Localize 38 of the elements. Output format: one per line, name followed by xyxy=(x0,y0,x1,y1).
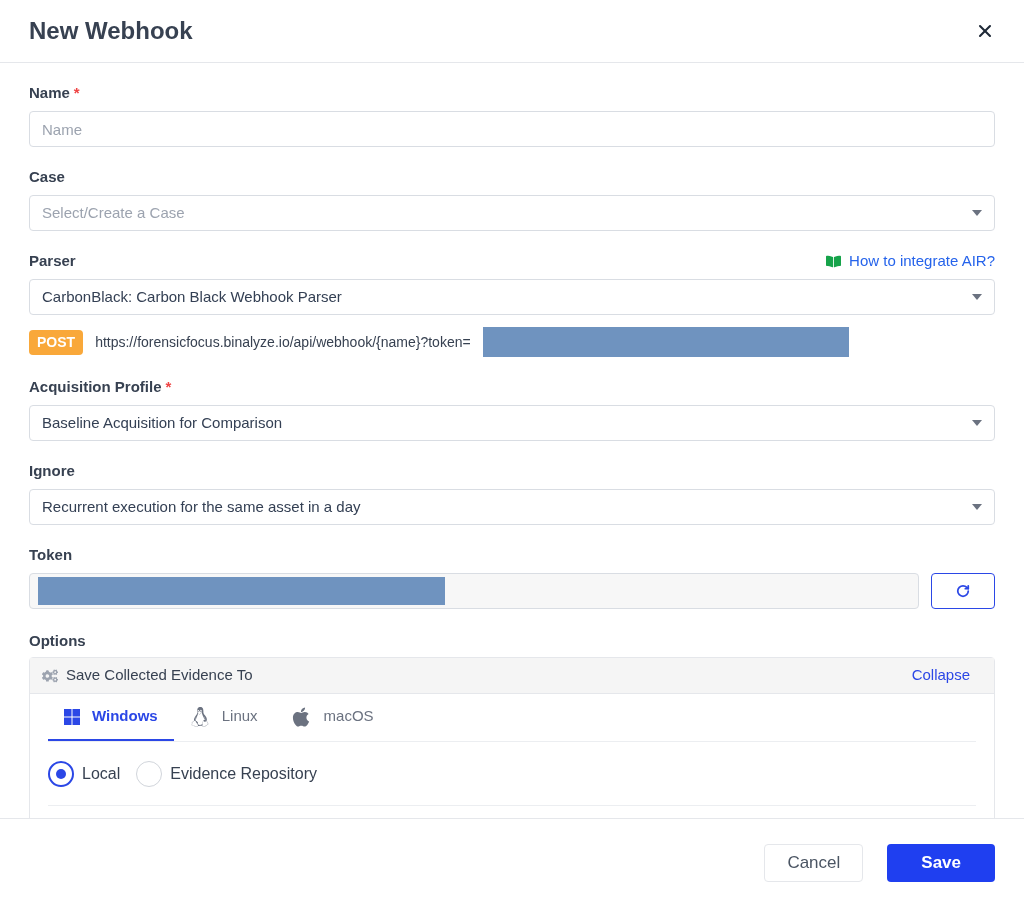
field-label: Ignore xyxy=(29,460,75,481)
select-field[interactable]: Recurrent execution for the same asset in a day xyxy=(29,489,995,525)
windows-icon xyxy=(64,708,80,725)
section-label: Options xyxy=(29,632,86,649)
radio-label: Evidence Repository xyxy=(170,763,317,784)
select-field[interactable]: Baseline Acquisition for Comparison xyxy=(29,405,995,441)
cancel-button[interactable]: Cancel xyxy=(764,843,864,882)
panel-title: Save Collected Evidence To xyxy=(66,665,253,686)
dialog-title: New Webhook xyxy=(29,16,193,46)
book-icon xyxy=(826,253,842,269)
dropdown-caret-icon xyxy=(972,210,982,216)
collapse-link[interactable]: Collapse xyxy=(911,664,970,687)
dropdown-caret-icon xyxy=(972,420,982,426)
radio-button[interactable] xyxy=(48,760,74,787)
regenerate-button[interactable] xyxy=(931,573,995,609)
dropdown-caret-icon xyxy=(972,294,982,300)
gears-icon xyxy=(42,667,58,684)
refresh-icon xyxy=(956,584,970,598)
webhook-url: https://forensicfocus.binalyze.io/api/webhook/{name}?token= xyxy=(95,332,471,352)
os-tab[interactable]: Windows xyxy=(48,694,174,741)
field-label: Token xyxy=(29,544,73,565)
name-input-field[interactable]: Name xyxy=(29,111,995,147)
save-button[interactable]: Save xyxy=(887,843,995,882)
token-field[interactable] xyxy=(29,573,919,609)
os-tab[interactable]: Linux xyxy=(173,694,274,741)
method-badge: POST xyxy=(29,329,84,355)
os-tab[interactable]: macOS xyxy=(273,694,390,741)
dropdown-caret-icon xyxy=(972,504,982,510)
select-field[interactable]: CarbonBlack: Carbon Black Webhook Parser xyxy=(29,279,995,315)
field-label: Name xyxy=(29,82,70,103)
help-link[interactable]: How to integrate AIR? xyxy=(826,249,995,273)
required-mark: * xyxy=(73,82,80,103)
penguin-icon xyxy=(189,706,210,727)
field-label: Parser xyxy=(29,250,76,271)
required-mark: * xyxy=(165,376,172,397)
field-label: Acquisition Profile xyxy=(29,376,162,397)
field-label: Case xyxy=(29,166,65,187)
radio-label: Local xyxy=(82,763,121,784)
